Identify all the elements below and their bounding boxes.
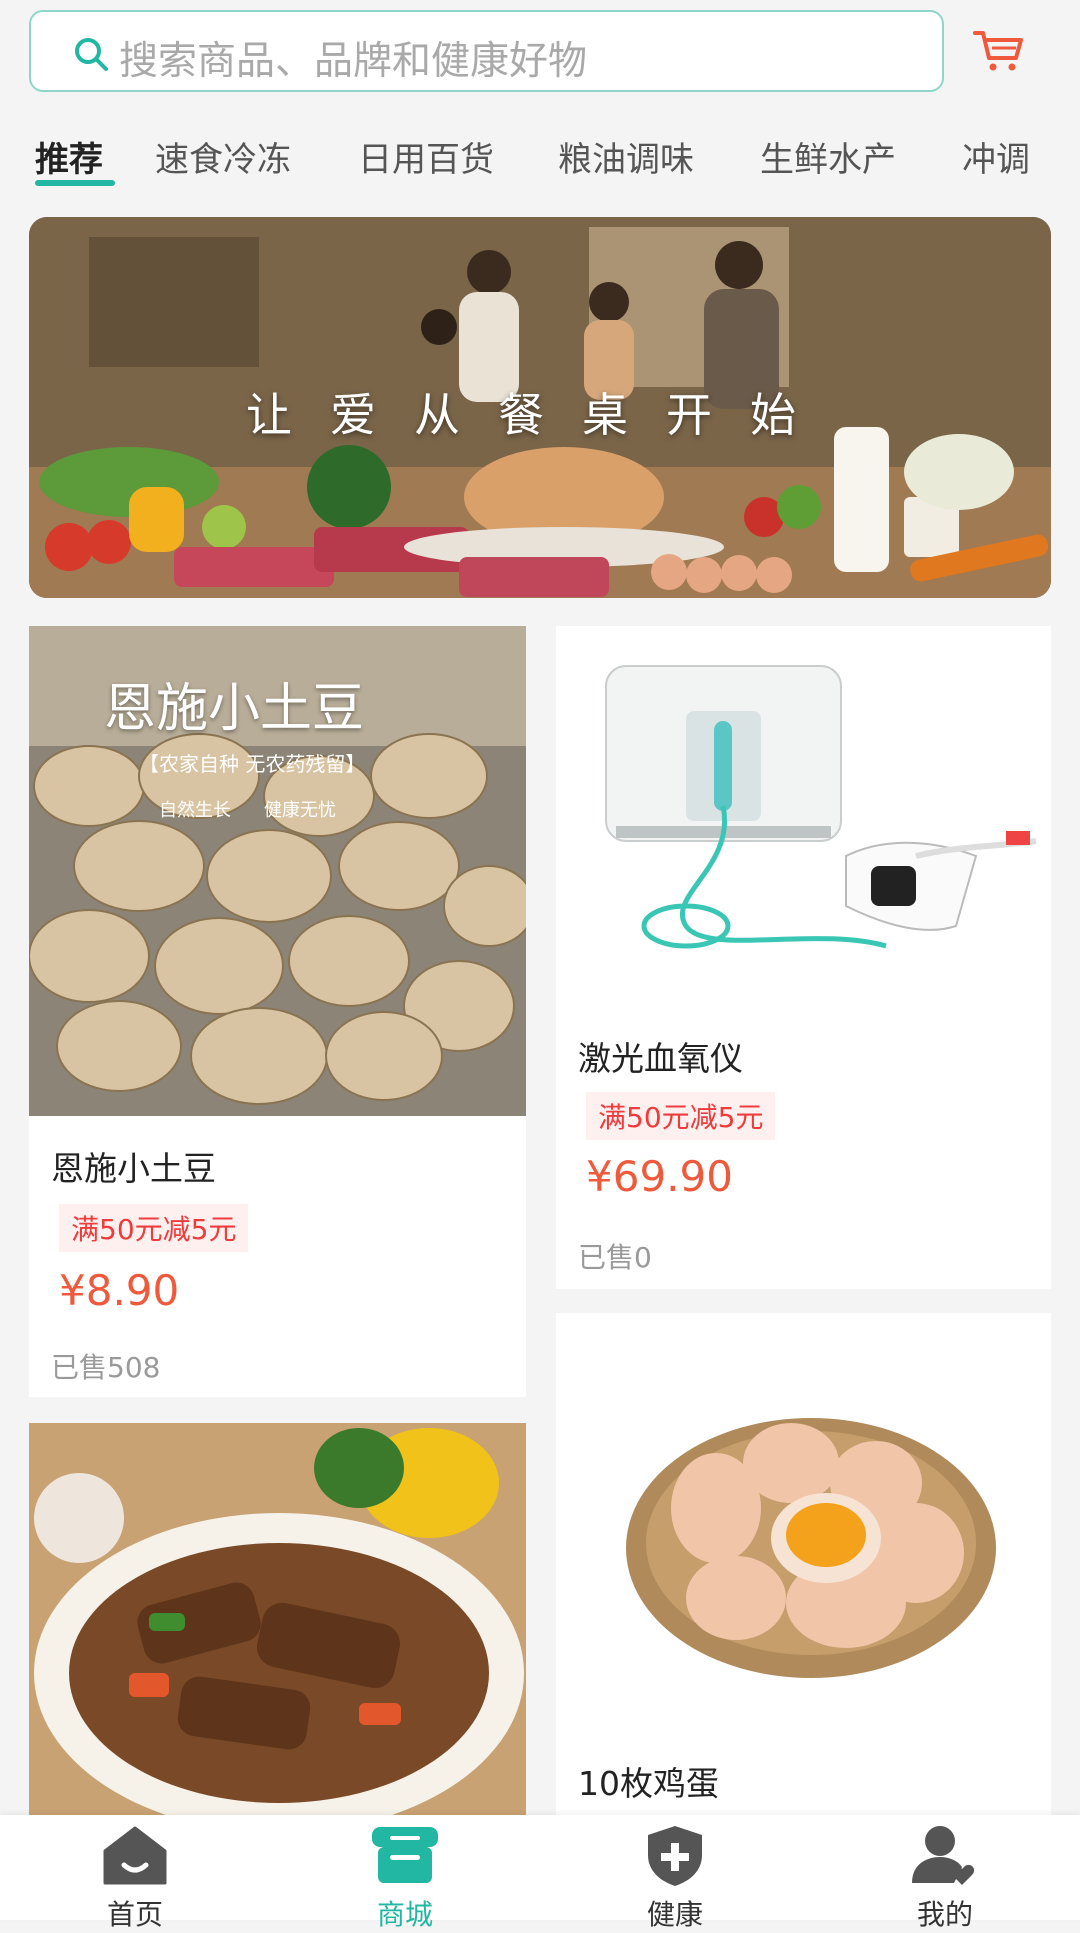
product-card[interactable]: 激光血氧仪 满50元减5元 ¥69.90 已售0 bbox=[556, 626, 1051, 1289]
product-price: ¥8.90 bbox=[59, 1266, 180, 1315]
home-icon bbox=[103, 1826, 167, 1885]
product-image: 恩施小土豆 【农家自种 无农药残留】 自然生长 健康无忧 bbox=[29, 626, 526, 1116]
tab-fast-food-frozen[interactable]: 速食冷冻 bbox=[155, 132, 291, 181]
product-price: ¥69.90 bbox=[586, 1152, 733, 1201]
discount-tag: 满50元减5元 bbox=[59, 1204, 249, 1252]
sold-count: 已售508 bbox=[51, 1351, 161, 1384]
nav-health-label: 健康 bbox=[646, 1898, 703, 1931]
nav-health[interactable]: 健康 bbox=[540, 1815, 810, 1931]
product-image bbox=[29, 1423, 526, 1815]
image-subheading: 【农家自种 无农药残留】 bbox=[139, 752, 366, 776]
nav-mine[interactable]: 我的 bbox=[810, 1815, 1080, 1931]
product-card[interactable]: 10枚鸡蛋 bbox=[556, 1313, 1051, 1815]
top-bar: 搜索商品、品牌和健康好物 bbox=[0, 0, 1080, 105]
nav-shop[interactable]: 商城 bbox=[270, 1815, 540, 1931]
nav-shop-label: 商城 bbox=[376, 1898, 433, 1931]
tab-drinks[interactable]: 冲调 bbox=[962, 132, 1030, 181]
product-title: 10枚鸡蛋 bbox=[578, 1764, 719, 1803]
sold-count: 已售0 bbox=[578, 1241, 652, 1274]
search-placeholder: 搜索商品、品牌和健康好物 bbox=[119, 39, 588, 84]
shop-icon bbox=[372, 1827, 438, 1883]
category-tabs: 推荐 速食冷冻 日用百货 粮油调味 生鲜水产 冲调 bbox=[0, 118, 1080, 198]
product-title: 激光血氧仪 bbox=[578, 1039, 743, 1078]
search-icon bbox=[75, 38, 108, 71]
product-card[interactable] bbox=[29, 1423, 526, 1815]
tab-recommend[interactable]: 推荐 bbox=[35, 132, 103, 181]
discount-tag: 满50元减5元 bbox=[586, 1092, 776, 1140]
image-text-healthy: 健康无忧 bbox=[264, 800, 336, 821]
promo-banner[interactable]: 让爱从餐桌开始 bbox=[29, 217, 1051, 598]
image-text-natural: 自然生长 bbox=[159, 800, 231, 821]
product-title: 恩施小土豆 bbox=[51, 1149, 216, 1188]
cart-icon[interactable] bbox=[972, 28, 1024, 72]
search-bar[interactable]: 搜索商品、品牌和健康好物 bbox=[29, 10, 944, 92]
product-image bbox=[556, 626, 1051, 1006]
tab-fresh-seafood[interactable]: 生鲜水产 bbox=[760, 132, 896, 181]
health-shield-icon bbox=[648, 1826, 702, 1886]
bottom-nav: 首页 商城 健康 我的 bbox=[0, 1815, 1080, 1931]
product-card[interactable]: 恩施小土豆 【农家自种 无农药残留】 自然生长 健康无忧 恩施小土豆 满50元减… bbox=[29, 626, 526, 1397]
active-tab-indicator bbox=[35, 180, 115, 186]
user-icon bbox=[912, 1826, 975, 1885]
nav-home[interactable]: 首页 bbox=[0, 1815, 270, 1931]
tab-grain-oil-seasoning[interactable]: 粮油调味 bbox=[558, 132, 694, 181]
product-image bbox=[556, 1313, 1051, 1703]
banner-slogan: 让爱从餐桌开始 bbox=[246, 388, 834, 442]
nav-mine-label: 我的 bbox=[916, 1898, 973, 1931]
tab-daily-goods[interactable]: 日用百货 bbox=[358, 132, 494, 181]
image-heading: 恩施小土豆 bbox=[104, 679, 365, 739]
nav-home-label: 首页 bbox=[106, 1898, 163, 1931]
